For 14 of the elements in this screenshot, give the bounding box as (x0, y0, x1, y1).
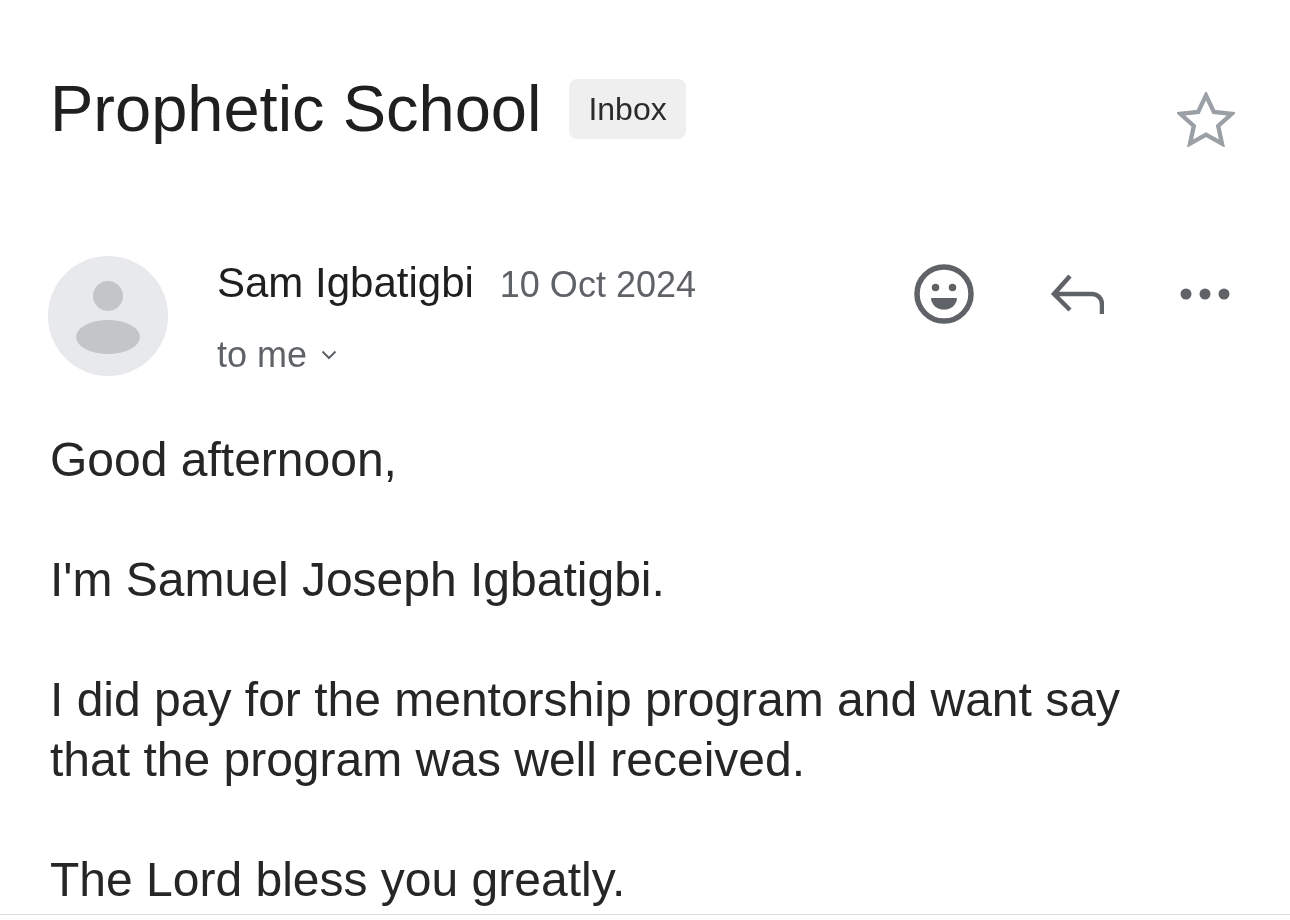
message-date: 10 Oct 2024 (499, 263, 696, 307)
message-paragraph: The Lord bless you greatly. (50, 852, 626, 908)
reply-icon (1050, 274, 1104, 314)
message-paragraph: I did pay for the mentorship program and want say that the program was well received. (50, 672, 1121, 788)
smiley-icon (914, 264, 974, 324)
sender-name: Sam Igbatigbi (217, 258, 474, 308)
avatar-icon (48, 256, 168, 376)
chevron-down-icon (321, 350, 338, 360)
message-paragraph: I'm Samuel Joseph Igbatigbi. (50, 552, 665, 608)
email-subject: Prophetic School (50, 72, 542, 145)
more-dots-icon (1180, 288, 1230, 300)
message-paragraph: Good afternoon, (50, 432, 397, 488)
recipients-toggle[interactable]: to me (217, 330, 338, 380)
inbox-label: Inbox (569, 78, 686, 139)
